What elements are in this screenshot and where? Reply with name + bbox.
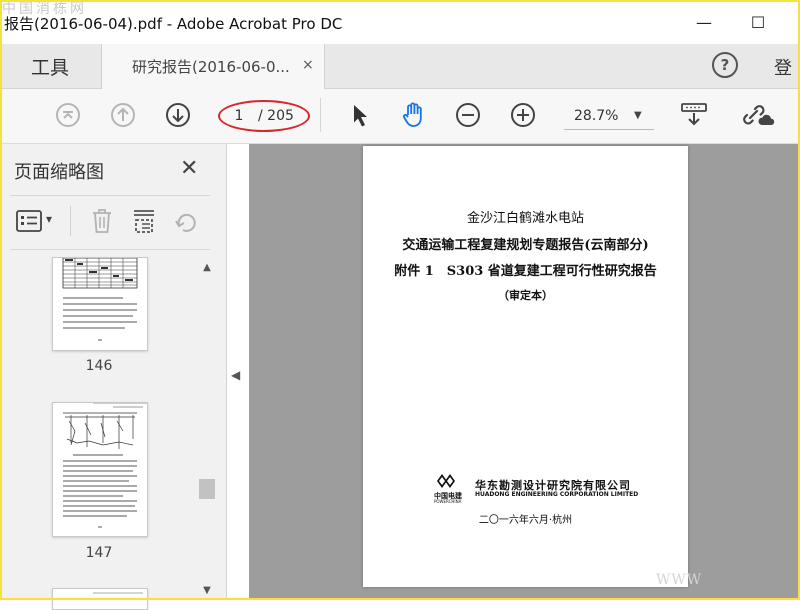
zoom-in-icon[interactable] bbox=[509, 101, 537, 129]
extract-page-icon[interactable] bbox=[130, 206, 158, 236]
share-link-icon[interactable] bbox=[740, 100, 776, 130]
logo-english-name: POWERCHINA bbox=[434, 499, 462, 504]
page-thumbnail[interactable] bbox=[52, 588, 148, 610]
tab-document-label: 研究报告(2016-06-0... bbox=[132, 58, 290, 76]
delete-page-icon[interactable] bbox=[88, 206, 116, 236]
company-name-en: HUADONG ENGINEERING CORPORATION LIMITED bbox=[475, 491, 639, 498]
thumbnail-page-label: 147 bbox=[85, 545, 113, 561]
powerchina-logo-icon bbox=[437, 474, 455, 488]
watermark-bottom: WWW bbox=[656, 572, 703, 588]
tab-tools[interactable]: 工具 bbox=[0, 44, 100, 88]
doc-line-project: 金沙江白鹤滩水电站 bbox=[466, 211, 584, 226]
hand-tool-icon[interactable] bbox=[398, 99, 430, 131]
minimize-icon: — bbox=[696, 12, 712, 32]
page-thumbnail[interactable] bbox=[52, 257, 148, 351]
panel-divider bbox=[10, 195, 210, 196]
next-page-icon[interactable] bbox=[164, 101, 192, 129]
panel-title: 页面缩略图 bbox=[14, 162, 104, 183]
page-thumbnail[interactable] bbox=[52, 402, 148, 537]
red-highlight-circle bbox=[218, 100, 310, 132]
zoom-underline bbox=[564, 129, 654, 130]
tab-close-button[interactable]: × bbox=[302, 57, 314, 73]
minimize-button[interactable]: — bbox=[684, 8, 724, 36]
maximize-button[interactable]: ☐ bbox=[738, 8, 778, 36]
scrollbar-thumb[interactable] bbox=[199, 479, 215, 499]
tab-bar: 工具 研究报告(2016-06-0... × bbox=[0, 44, 800, 89]
panel-divider bbox=[10, 249, 210, 250]
help-icon[interactable]: ? bbox=[712, 52, 738, 78]
panel-close-icon[interactable]: ✕ bbox=[180, 156, 198, 181]
scroll-up-icon[interactable]: ▲ bbox=[198, 258, 216, 276]
window-title: 报告(2016-06-04).pdf - Adobe Acrobat Pro D… bbox=[4, 15, 343, 33]
toolbar-divider bbox=[320, 98, 321, 132]
pdf-page[interactable]: 金沙江白鹤滩水电站 交通运输工程复建规划专题报告(云南部分) 附件 1 S303… bbox=[363, 146, 688, 587]
maximize-icon: ☐ bbox=[750, 12, 766, 32]
panel-tool-divider bbox=[70, 206, 71, 236]
thumbnail-options-icon[interactable] bbox=[14, 207, 44, 235]
scroll-mode-icon[interactable] bbox=[678, 100, 710, 130]
zoom-level-input[interactable]: 28.7% bbox=[574, 106, 618, 126]
thumbnail-scrollbar[interactable] bbox=[198, 256, 216, 600]
zoom-dropdown-icon[interactable]: ▼ bbox=[634, 106, 642, 126]
thumbnail-page-label: 146 bbox=[85, 358, 113, 374]
title-bar: 中国消栋网 报告(2016-06-04).pdf - Adobe Acrobat… bbox=[0, 0, 800, 44]
thumbnail-options-dropdown-icon[interactable]: ▾ bbox=[46, 212, 52, 226]
tab-document[interactable]: 研究报告(2016-06-0... × bbox=[101, 44, 325, 89]
previous-page-icon[interactable] bbox=[109, 101, 137, 129]
doc-line-approved: （审定本） bbox=[498, 289, 553, 302]
doc-line-report-title: 交通运输工程复建规划专题报告(云南部分) bbox=[402, 238, 649, 253]
first-page-icon[interactable] bbox=[54, 101, 82, 129]
select-pointer-icon[interactable] bbox=[346, 101, 374, 129]
sign-in-link[interactable]: 登 bbox=[774, 54, 792, 80]
rotate-page-icon[interactable] bbox=[172, 206, 200, 236]
zoom-out-icon[interactable] bbox=[454, 101, 482, 129]
collapse-panel-icon[interactable]: ◀ bbox=[231, 368, 240, 382]
scroll-down-icon[interactable]: ▼ bbox=[198, 581, 216, 599]
doc-line-attachment: 附件 1 S303 省道复建工程可行性研究报告 bbox=[394, 264, 657, 279]
doc-date: 二〇一六年六月·杭州 bbox=[478, 515, 573, 526]
